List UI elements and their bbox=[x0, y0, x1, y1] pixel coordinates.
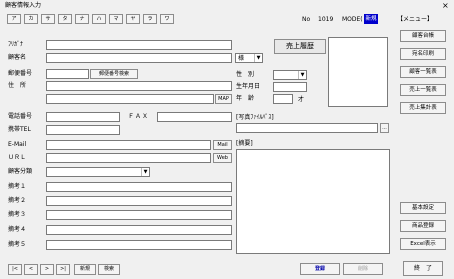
new-record-button[interactable]: 新規 bbox=[74, 264, 96, 275]
mail-button[interactable]: Mail bbox=[213, 140, 232, 150]
customer-name-input[interactable] bbox=[46, 53, 232, 63]
mobile-input[interactable] bbox=[46, 125, 120, 135]
postal-search-button[interactable]: 郵便番号検索 bbox=[90, 69, 138, 79]
address-input-1[interactable] bbox=[46, 81, 232, 91]
photo-file-label: [写真ﾌｧｲﾙﾊﾟｽ] bbox=[236, 114, 274, 121]
kana-tab-5[interactable]: ナ bbox=[75, 14, 89, 24]
remark-2-label: 摘考２ bbox=[8, 197, 27, 204]
prev-record-button[interactable]: < bbox=[24, 264, 38, 275]
close-icon[interactable]: × bbox=[442, 1, 449, 10]
gender-select[interactable]: ▼ bbox=[273, 70, 307, 80]
chevron-down-icon: ▼ bbox=[141, 168, 149, 176]
web-button[interactable]: Web bbox=[213, 153, 232, 163]
age-input[interactable] bbox=[273, 94, 293, 104]
kana-tab-2[interactable]: カ bbox=[24, 14, 38, 24]
postal-input[interactable] bbox=[46, 69, 89, 79]
kana-tab-9[interactable]: ラ bbox=[143, 14, 157, 24]
customer-list-button[interactable]: 顧客一覧表 bbox=[400, 66, 446, 78]
sales-summary-button[interactable]: 売上集計表 bbox=[400, 102, 446, 114]
map-button[interactable]: MAP bbox=[215, 94, 232, 104]
photo-file-input[interactable] bbox=[236, 123, 378, 133]
search-button[interactable]: 検索 bbox=[98, 264, 120, 275]
furigana-label: ﾌﾘｶﾞﾅ bbox=[8, 41, 24, 48]
photo-preview bbox=[328, 37, 388, 107]
birthday-label: 生年月日 bbox=[236, 83, 261, 90]
last-record-button[interactable]: >| bbox=[56, 264, 70, 275]
kana-tab-3[interactable]: サ bbox=[41, 14, 55, 24]
product-register-button[interactable]: 商品登録 bbox=[400, 220, 446, 232]
gender-label: 性 別 bbox=[236, 71, 255, 78]
remark-1-input[interactable] bbox=[46, 182, 232, 192]
sales-list-button[interactable]: 売上一覧表 bbox=[400, 84, 446, 96]
address-input-2[interactable] bbox=[46, 94, 214, 104]
notes-textarea[interactable] bbox=[236, 149, 390, 254]
fax-input[interactable] bbox=[157, 112, 232, 122]
window-title: 顧客情報入力 bbox=[5, 2, 42, 9]
remark-3-label: 摘考３ bbox=[8, 211, 27, 218]
register-button[interactable]: 登録 bbox=[300, 263, 340, 275]
remark-3-input[interactable] bbox=[46, 210, 232, 220]
record-no-value: 1019 bbox=[318, 16, 334, 23]
kana-tab-1[interactable]: ア bbox=[7, 14, 21, 24]
customer-name-label: 顧客名 bbox=[8, 54, 27, 61]
birthday-input[interactable] bbox=[273, 82, 307, 92]
end-button[interactable]: 終 了 bbox=[403, 261, 443, 276]
kana-tab-6[interactable]: ハ bbox=[92, 14, 106, 24]
mode-badge: 新規 bbox=[364, 14, 378, 24]
delete-button[interactable]: 削除 bbox=[343, 263, 383, 275]
category-label: 顧客分類 bbox=[8, 168, 33, 175]
chevron-down-icon: ▼ bbox=[254, 54, 262, 62]
excel-view-button[interactable]: Excel表示 bbox=[400, 238, 446, 250]
age-unit: 才 bbox=[298, 96, 305, 103]
remark-5-label: 摘考５ bbox=[8, 241, 27, 248]
remark-1-label: 摘考１ bbox=[8, 183, 27, 190]
honorific-value: 様 bbox=[238, 55, 245, 62]
email-input[interactable] bbox=[46, 140, 211, 150]
phone-label: 電話番号 bbox=[8, 113, 33, 120]
remark-2-input[interactable] bbox=[46, 196, 232, 206]
honorific-select[interactable]: 様 ▼ bbox=[235, 53, 263, 63]
notes-label: [摘要] bbox=[236, 140, 253, 147]
first-record-button[interactable]: |< bbox=[8, 264, 22, 275]
age-label: 年 齢 bbox=[236, 95, 255, 102]
remark-4-label: 摘考４ bbox=[8, 226, 27, 233]
address-label: 住 所 bbox=[8, 82, 27, 89]
url-input[interactable] bbox=[46, 153, 211, 163]
kana-tab-7[interactable]: マ bbox=[109, 14, 123, 24]
basic-settings-button[interactable]: 基本設定 bbox=[400, 202, 446, 214]
postal-label: 郵便番号 bbox=[8, 70, 33, 77]
next-record-button[interactable]: > bbox=[40, 264, 54, 275]
furigana-input[interactable] bbox=[46, 40, 232, 50]
kana-tab-4[interactable]: タ bbox=[58, 14, 72, 24]
kana-tab-10[interactable]: ワ bbox=[160, 14, 174, 24]
category-select[interactable]: ▼ bbox=[46, 167, 150, 177]
phone-input[interactable] bbox=[46, 112, 120, 122]
sales-history-button[interactable]: 売上履歴 bbox=[274, 39, 326, 54]
record-no-label: No bbox=[302, 16, 311, 23]
remark-5-input[interactable] bbox=[46, 240, 232, 250]
address-print-button[interactable]: 宛名印刷 bbox=[400, 48, 446, 60]
kana-tab-8[interactable]: ヤ bbox=[126, 14, 140, 24]
chevron-down-icon: ▼ bbox=[298, 71, 306, 79]
mobile-label: 携帯TEL bbox=[8, 126, 31, 133]
mode-label: MODE( bbox=[342, 16, 363, 23]
remark-4-input[interactable] bbox=[46, 225, 232, 235]
email-label: E-Mail bbox=[8, 141, 27, 148]
fax-label: ＦＡＸ bbox=[128, 113, 150, 120]
customer-entry-window: 顧客情報入力 × アカサタナハマヤラワ No 1019 MODE( 新規 【メニ… bbox=[0, 0, 454, 279]
browse-button[interactable]: ... bbox=[380, 123, 389, 133]
menu-label: 【メニュー】 bbox=[397, 16, 434, 23]
url-label: ＵＲＬ bbox=[8, 154, 27, 161]
customer-ledger-button[interactable]: 顧客台帳 bbox=[400, 30, 446, 42]
